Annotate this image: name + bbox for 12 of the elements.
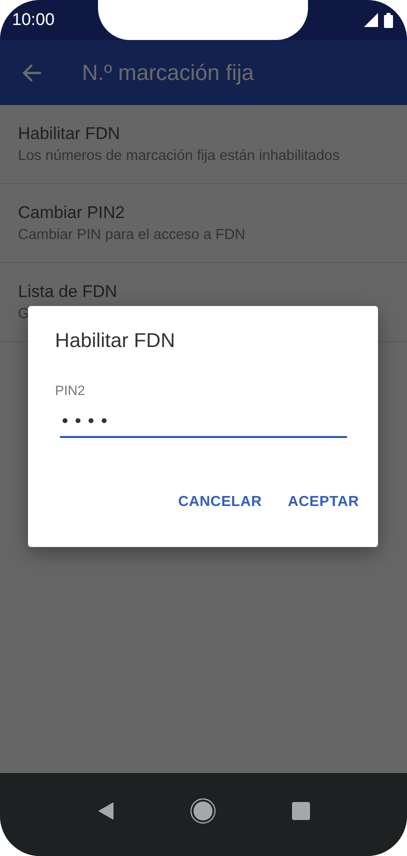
accept-button[interactable]: ACEPTAR	[280, 488, 367, 516]
cancel-button[interactable]: CANCELAR	[170, 488, 270, 516]
battery-icon	[384, 12, 393, 28]
back-arrow-icon[interactable]	[22, 64, 42, 82]
home-icon[interactable]	[190, 798, 216, 824]
recents-icon[interactable]	[292, 802, 310, 820]
dialog-title: Habilitar FDN	[55, 330, 176, 353]
status-time: 10:00	[12, 10, 55, 30]
back-icon[interactable]	[98, 802, 114, 820]
field-label: PIN2	[55, 383, 86, 398]
signal-icon	[364, 13, 378, 27]
screen-title: N.º marcación fija	[82, 60, 254, 86]
